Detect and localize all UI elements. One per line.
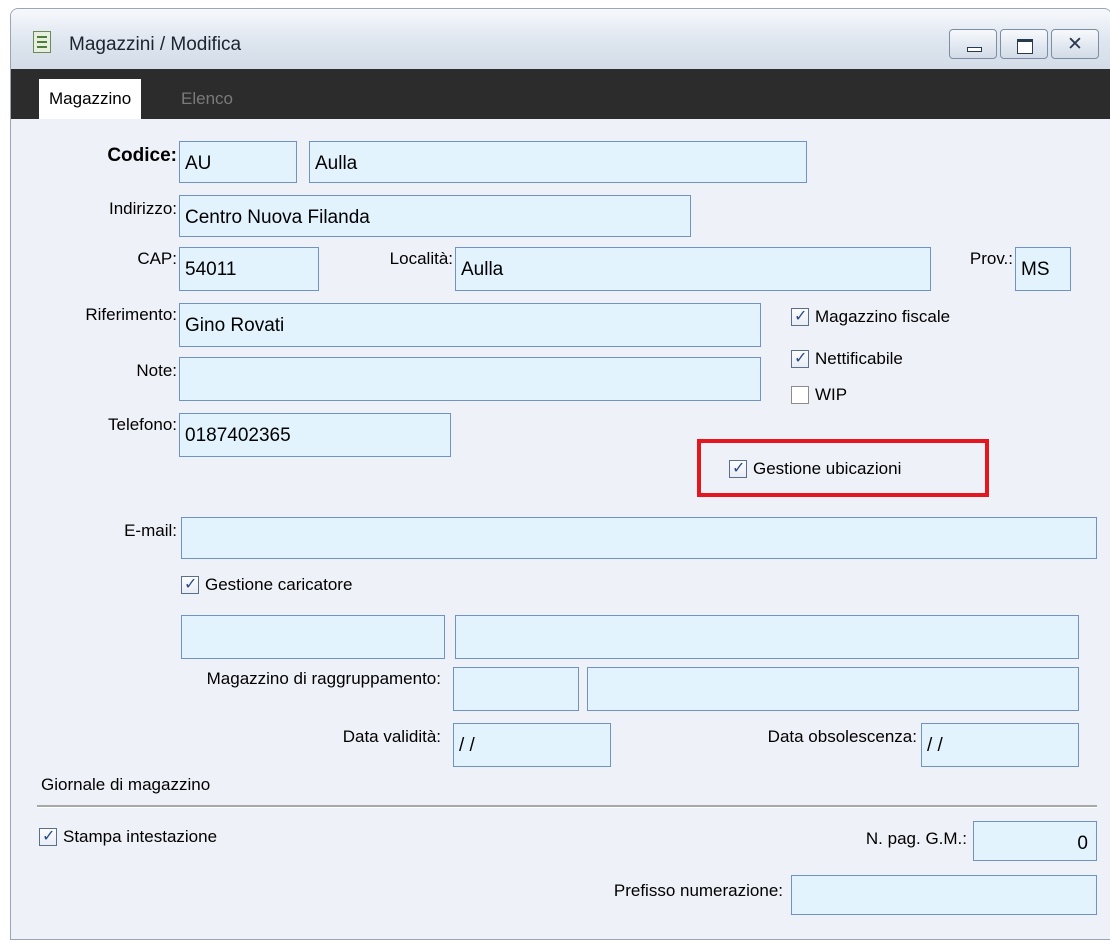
tab-elenco[interactable]: Elenco xyxy=(171,79,243,119)
wip-checkbox[interactable]: WIP xyxy=(791,385,847,405)
raggruppamento-descrizione-field[interactable] xyxy=(587,667,1079,711)
giornale-section-title: Giornale di magazzino xyxy=(41,775,211,794)
riferimento-label: Riferimento: xyxy=(85,305,177,324)
localita-label: Località: xyxy=(389,249,453,268)
window-title: Magazzini / Modifica xyxy=(69,34,242,55)
checkbox-checked-icon xyxy=(791,306,809,326)
data-validita-label: Data validità: xyxy=(342,727,441,746)
cap-label: CAP: xyxy=(137,249,177,268)
minimize-button[interactable] xyxy=(949,29,997,59)
riferimento-field[interactable]: Gino Rovati xyxy=(179,303,761,347)
n-pag-gm-label: N. pag. G.M.: xyxy=(865,829,967,848)
checkbox-checked-icon xyxy=(39,826,57,846)
nettificabile-checkbox[interactable]: Nettificabile xyxy=(791,348,903,369)
codice-label: Codice: xyxy=(107,145,177,166)
note-label: Note: xyxy=(136,361,177,380)
magazzino-fiscale-label: Magazzino fiscale xyxy=(815,307,951,326)
codice-field[interactable]: AU xyxy=(179,141,297,183)
prefisso-numerazione-field[interactable] xyxy=(791,875,1097,915)
magazzino-raggruppamento-label: Magazzino di raggruppamento: xyxy=(206,669,441,688)
stampa-intestazione-label: Stampa intestazione xyxy=(63,827,218,846)
caricatore-descrizione-field[interactable] xyxy=(455,615,1079,659)
gestione-ubicazioni-checkbox[interactable]: Gestione ubicazioni xyxy=(729,458,902,479)
checkbox-checked-icon xyxy=(181,574,199,594)
tab-magazzino[interactable]: Magazzino xyxy=(39,79,142,119)
checkbox-checked-icon xyxy=(729,458,747,478)
minimize-icon xyxy=(967,47,982,52)
section-divider xyxy=(37,805,1097,808)
window: Magazzini / Modifica ✕ Magazzino Elenco … xyxy=(10,8,1110,940)
note-field[interactable] xyxy=(179,357,761,401)
raggruppamento-codice-field[interactable] xyxy=(453,667,579,711)
magazzino-fiscale-checkbox[interactable]: Magazzino fiscale xyxy=(791,306,951,327)
tab-bar: Magazzino Elenco xyxy=(11,69,1110,119)
document-list-icon xyxy=(33,31,51,53)
prefisso-numerazione-label: Prefisso numerazione: xyxy=(613,881,783,900)
data-obsolescenza-label: Data obsolescenza: xyxy=(767,727,917,746)
descrizione-field[interactable]: Aulla xyxy=(309,141,807,183)
close-icon: ✕ xyxy=(1067,33,1083,55)
gestione-caricatore-checkbox[interactable]: Gestione caricatore xyxy=(181,574,353,595)
wip-label: WIP xyxy=(815,385,848,404)
indirizzo-label: Indirizzo: xyxy=(108,199,177,218)
gestione-ubicazioni-label: Gestione ubicazioni xyxy=(753,459,902,478)
cap-field[interactable]: 54011 xyxy=(179,247,319,291)
nettificabile-label: Nettificabile xyxy=(815,349,903,368)
checkbox-unchecked-icon xyxy=(791,386,809,404)
prov-label: Prov.: xyxy=(969,249,1013,268)
prov-field[interactable]: MS xyxy=(1015,247,1071,291)
telefono-field[interactable]: 0187402365 xyxy=(179,413,451,457)
caricatore-codice-field[interactable] xyxy=(181,615,445,659)
indirizzo-field[interactable]: Centro Nuova Filanda xyxy=(179,195,691,237)
checkbox-checked-icon xyxy=(791,348,809,368)
data-validita-field[interactable]: / / xyxy=(453,723,611,767)
localita-field[interactable]: Aulla xyxy=(455,247,931,291)
stampa-intestazione-checkbox[interactable]: Stampa intestazione xyxy=(39,826,218,847)
title-bar: Magazzini / Modifica ✕ xyxy=(11,9,1110,69)
close-button[interactable]: ✕ xyxy=(1051,29,1099,59)
telefono-label: Telefono: xyxy=(108,415,177,434)
maximize-button[interactable] xyxy=(1000,29,1048,59)
n-pag-gm-field[interactable]: 0 xyxy=(973,821,1097,861)
email-field[interactable] xyxy=(181,517,1097,559)
gestione-caricatore-label: Gestione caricatore xyxy=(205,575,353,594)
email-label: E-mail: xyxy=(124,521,177,540)
data-obsolescenza-field[interactable]: / / xyxy=(921,723,1079,767)
maximize-icon xyxy=(1017,39,1033,54)
form-panel: Codice: AU Aulla Indirizzo: Centro Nuova… xyxy=(11,119,1110,939)
